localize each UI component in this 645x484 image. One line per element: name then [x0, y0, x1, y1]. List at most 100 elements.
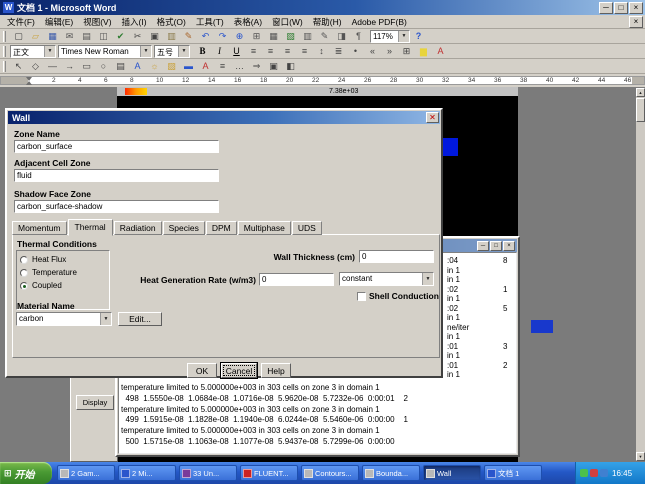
autoshapes-icon[interactable]: ◇	[27, 60, 44, 73]
taskbar-button-7[interactable]: 文档 1	[484, 465, 542, 481]
redo-icon[interactable]: ↷	[214, 30, 231, 43]
arrow-style-icon[interactable]: ⇒	[248, 60, 265, 73]
tab-species[interactable]: Species	[163, 221, 205, 235]
font-combo[interactable]: Times New Roman ▼	[58, 45, 152, 58]
toolbar-grip[interactable]	[3, 46, 6, 57]
format-painter-icon[interactable]: ✎	[180, 30, 197, 43]
console-close-button[interactable]: ×	[503, 241, 515, 251]
align-center-icon[interactable]: ≡	[262, 45, 279, 58]
toolbar-grip[interactable]	[3, 61, 6, 72]
taskbar-button-1[interactable]: 2 Mi...	[118, 465, 176, 481]
console-minimize-button[interactable]: ─	[477, 241, 489, 251]
taskbar-button-6[interactable]: Wall	[423, 465, 481, 481]
radio-option-heat-flux[interactable]: Heat Flux	[20, 253, 109, 266]
tab-dpm[interactable]: DPM	[206, 221, 237, 235]
menu-item-6[interactable]: 表格(A)	[229, 15, 267, 29]
print-preview-icon[interactable]: ◫	[95, 30, 112, 43]
insert-table-icon[interactable]: ▦	[265, 30, 282, 43]
bullets-icon[interactable]: •	[347, 45, 364, 58]
maximize-button[interactable]: □	[614, 2, 628, 14]
minimize-button[interactable]: ─	[599, 2, 613, 14]
menu-item-9[interactable]: Adobe PDF(B)	[347, 16, 412, 28]
cut-icon[interactable]: ✂	[129, 30, 146, 43]
borders-icon[interactable]: ⊞	[398, 45, 415, 58]
zone-name-field[interactable]: carbon_surface	[14, 140, 219, 153]
style-combo[interactable]: 正文 ▼	[10, 45, 56, 58]
columns-icon[interactable]: ▥	[299, 30, 316, 43]
textbox-icon[interactable]: ▤	[112, 60, 129, 73]
copy-icon[interactable]: ▣	[146, 30, 163, 43]
highlight-icon[interactable]: ▆	[415, 45, 432, 58]
align-left-icon[interactable]: ≡	[245, 45, 262, 58]
taskbar-button-3[interactable]: FLUENT...	[240, 465, 298, 481]
dropdown-arrow-icon[interactable]: ▼	[100, 313, 111, 325]
select-arrow-icon[interactable]: ↖	[10, 60, 27, 73]
material-combo[interactable]: carbon ▼	[16, 312, 112, 326]
spelling-icon[interactable]: ✔	[112, 30, 129, 43]
edit-button[interactable]: Edit...	[118, 312, 162, 326]
3d-icon[interactable]: ◧	[282, 60, 299, 73]
dropdown-arrow-icon[interactable]: ▼	[398, 31, 409, 42]
scroll-up-icon[interactable]: ▲	[636, 88, 645, 97]
shell-conduction-checkbox[interactable]: Shell Conduction	[357, 291, 439, 301]
italic-icon[interactable]: I	[211, 45, 228, 58]
cancel-button[interactable]: Cancel	[221, 363, 257, 378]
open-icon[interactable]: ▱	[27, 30, 44, 43]
font-size-combo[interactable]: 五号 ▼	[154, 45, 190, 58]
menu-item-8[interactable]: 帮助(H)	[308, 15, 347, 29]
start-button[interactable]: ⊞ 开始	[0, 462, 52, 484]
show-hide-icon[interactable]: ¶	[350, 30, 367, 43]
save-icon[interactable]: ▦	[44, 30, 61, 43]
tray-icon[interactable]	[580, 469, 588, 477]
menu-item-1[interactable]: 编辑(E)	[40, 15, 78, 29]
taskbar-button-4[interactable]: Contours...	[301, 465, 359, 481]
drawing-icon[interactable]: ✎	[316, 30, 333, 43]
bold-icon[interactable]: B	[194, 45, 211, 58]
menu-item-4[interactable]: 格式(O)	[152, 15, 191, 29]
insert-excel-icon[interactable]: ▧	[282, 30, 299, 43]
email-icon[interactable]: ✉	[61, 30, 78, 43]
dropdown-arrow-icon[interactable]: ▼	[140, 46, 151, 57]
tray-icon[interactable]	[600, 469, 608, 477]
clipart-icon[interactable]: ☼	[146, 60, 163, 73]
decrease-indent-icon[interactable]: «	[364, 45, 381, 58]
taskbar-button-0[interactable]: 2 Gam...	[57, 465, 115, 481]
menu-item-7[interactable]: 窗口(W)	[267, 15, 308, 29]
shadow-face-zone-field[interactable]: carbon_surface-shadow	[14, 200, 219, 213]
fill-color-icon[interactable]: ▨	[163, 60, 180, 73]
dropdown-arrow-icon[interactable]: ▼	[44, 46, 55, 57]
print-icon[interactable]: ▤	[78, 30, 95, 43]
align-right-icon[interactable]: ≡	[279, 45, 296, 58]
taskbar-button-2[interactable]: 33 Un...	[179, 465, 237, 481]
wordart-icon[interactable]: A	[129, 60, 146, 73]
tab-multiphase[interactable]: Multiphase	[238, 221, 291, 235]
document-close-button[interactable]: ×	[629, 16, 643, 28]
new-document-icon[interactable]: ▢	[10, 30, 27, 43]
wall-dialog-title-bar[interactable]: Wall ✕	[8, 111, 440, 124]
menu-item-2[interactable]: 视图(V)	[78, 15, 116, 29]
dropdown-arrow-icon[interactable]: ▼	[178, 46, 189, 57]
underline-icon[interactable]: U	[228, 45, 245, 58]
tables-borders-icon[interactable]: ⊞	[248, 30, 265, 43]
console-restore-button[interactable]: □	[490, 241, 502, 251]
arrow-icon[interactable]: →	[61, 60, 78, 73]
font-color-2-icon[interactable]: A	[197, 60, 214, 73]
ok-button[interactable]: OK	[187, 363, 217, 378]
dropdown-arrow-icon[interactable]: ▼	[422, 273, 433, 285]
scroll-down-icon[interactable]: ▼	[636, 452, 645, 461]
line-style-icon[interactable]: ≡	[214, 60, 231, 73]
tray-icon[interactable]	[590, 469, 598, 477]
tab-radiation[interactable]: Radiation	[114, 221, 162, 235]
line-spacing-icon[interactable]: ↕	[313, 45, 330, 58]
increase-indent-icon[interactable]: »	[381, 45, 398, 58]
wall-dialog-close-button[interactable]: ✕	[426, 112, 439, 123]
radio-option-coupled[interactable]: Coupled	[20, 279, 109, 292]
indent-marker[interactable]	[26, 81, 32, 85]
tab-thermal[interactable]: Thermal	[68, 219, 113, 236]
menu-item-0[interactable]: 文件(F)	[2, 15, 40, 29]
paste-icon[interactable]: ▥	[163, 30, 180, 43]
vertical-scrollbar[interactable]: ▲ ▼	[636, 88, 645, 461]
adjacent-cell-zone-field[interactable]: fluid	[14, 169, 219, 182]
radio-option-temperature[interactable]: Temperature	[20, 266, 109, 279]
line-icon[interactable]: —	[44, 60, 61, 73]
